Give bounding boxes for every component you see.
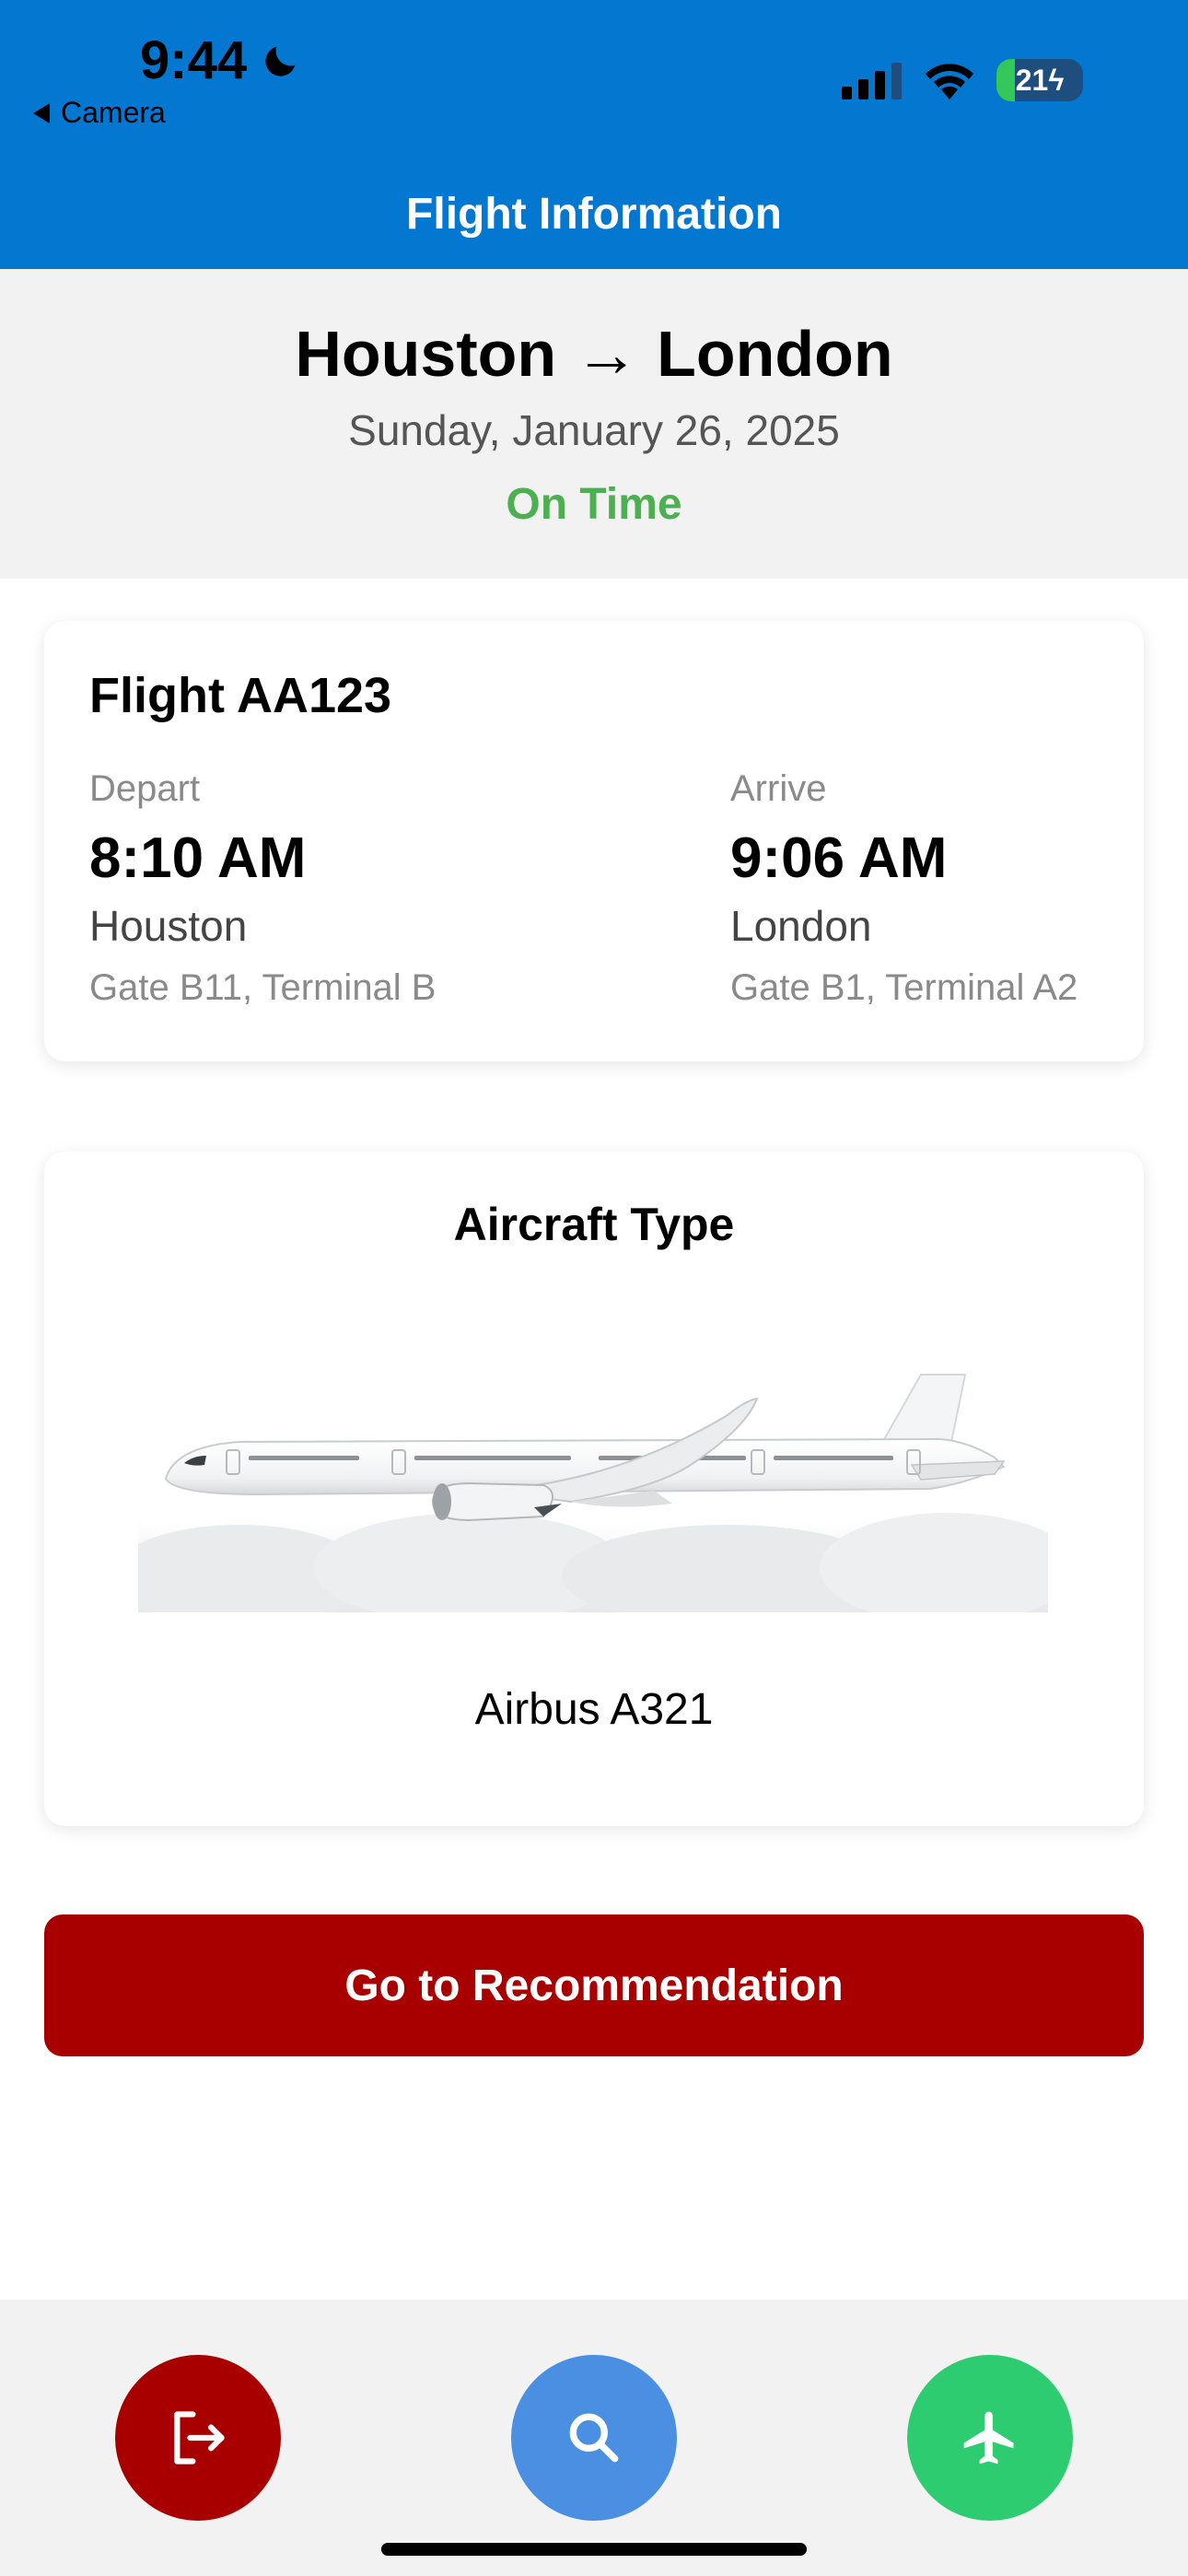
page-title: Flight Information	[406, 190, 782, 239]
moon-icon	[265, 46, 296, 76]
aircraft-card-title: Aircraft Type	[453, 1199, 735, 1250]
flight-details-card: Flight AA123 Depart 8:10 AM Houston Gate…	[44, 621, 1144, 1061]
battery-level: 21 ϟ	[1015, 63, 1065, 97]
depart-time: 8:10 AM	[89, 826, 307, 890]
search-button[interactable]	[511, 2355, 677, 2521]
cellular-signal-icon	[842, 63, 902, 100]
airplane-icon	[963, 2411, 1014, 2465]
arrive-column: Arrive 9:06 AM London Gate B1, Terminal …	[730, 768, 1077, 1009]
home-indicator	[381, 2543, 807, 2556]
flight-number: Flight AA123	[89, 668, 392, 723]
route-summary: Houston → London Sunday, January 26, 202…	[0, 269, 1188, 579]
aircraft-name: Airbus A321	[474, 1685, 714, 1734]
depart-gate: Gate B11, Terminal B	[89, 967, 437, 1008]
airplane-illustration	[138, 1374, 1048, 1612]
flight-date: Sunday, January 26, 2025	[348, 406, 840, 454]
search-icon	[569, 2413, 619, 2463]
depart-label: Depart	[89, 768, 201, 809]
logout-icon	[174, 2411, 225, 2465]
app-header: 9:44 Camera 21 ϟ Flight Information	[0, 0, 1188, 269]
battery-indicator: 21 ϟ	[996, 59, 1083, 101]
depart-column: Depart 8:10 AM Houston Gate B11, Termina…	[89, 768, 436, 1009]
back-caret-icon	[33, 102, 50, 123]
status-time-text: 9:44	[140, 30, 248, 90]
back-to-camera-link[interactable]: Camera	[33, 96, 166, 130]
bottom-nav	[0, 2300, 1188, 2576]
flight-status: On Time	[506, 480, 682, 529]
arrive-city: London	[730, 902, 872, 950]
logout-button[interactable]	[115, 2355, 281, 2521]
go-to-recommendation-button[interactable]: Go to Recommendation	[44, 1914, 1144, 2056]
arrive-gate: Gate B1, Terminal A2	[730, 967, 1078, 1008]
aircraft-type-card: Aircraft Type Airbus A321	[44, 1152, 1144, 1826]
wifi-icon	[926, 64, 973, 100]
flight-button[interactable]	[907, 2355, 1073, 2521]
depart-city: Houston	[89, 902, 248, 950]
arrive-label: Arrive	[730, 768, 827, 809]
status-time: 9:44	[140, 29, 302, 91]
route-title: Houston → London	[295, 318, 893, 390]
arrive-time: 9:06 AM	[730, 826, 948, 890]
back-label: Camera	[61, 96, 166, 129]
